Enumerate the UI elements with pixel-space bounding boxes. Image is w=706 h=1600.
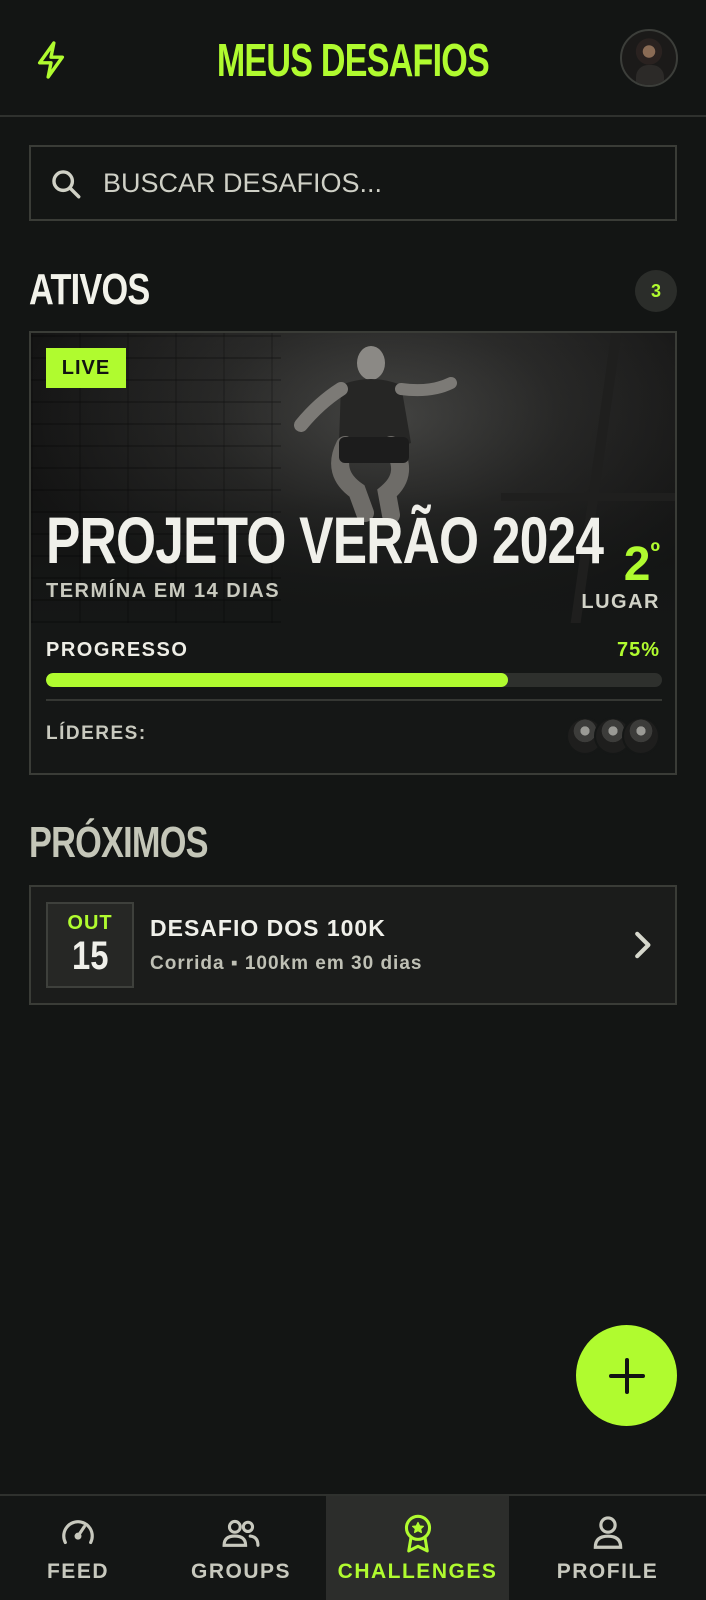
progress-label: PROGRESSO — [46, 639, 189, 661]
live-badge: LIVE — [46, 348, 126, 388]
search-input[interactable] — [103, 147, 663, 219]
chevron-right-icon — [635, 931, 651, 959]
nav-item-groups[interactable]: GROUPS — [156, 1496, 326, 1600]
progress-bar-fill — [46, 673, 508, 687]
active-challenge-card[interactable]: LIVE PROJETO VERÃO 2024 TERMÍNA EM 14 DI… — [29, 331, 677, 775]
speedometer-icon — [62, 1520, 94, 1545]
leaders-avatars[interactable] — [566, 717, 660, 755]
date-box: OUT 15 — [46, 902, 134, 988]
progress-value: 75% — [616, 639, 660, 661]
date-day: 15 — [71, 934, 109, 978]
bottom-navigation: FEED GROUPS CHALLENGES PROFILE — [0, 1494, 706, 1600]
search-bar — [29, 145, 677, 221]
card-divider — [46, 699, 662, 701]
group-icon — [222, 1519, 260, 1547]
nav-item-challenges[interactable]: CHALLENGES — [326, 1496, 509, 1600]
user-avatar[interactable] — [620, 29, 678, 87]
award-icon — [404, 1514, 431, 1553]
leaders-label: LÍDERES: — [46, 723, 147, 744]
leader-avatar — [622, 717, 660, 755]
person-icon — [593, 1516, 622, 1549]
active-section-title: ATIVOS — [29, 265, 150, 314]
upcoming-challenge-item[interactable]: OUT 15 DESAFIO DOS 100K Corrida ▪ 100km … — [29, 885, 677, 1005]
upcoming-section-title: PRÓXIMOS — [29, 818, 209, 867]
progress-bar — [46, 673, 662, 687]
plus-icon — [608, 1357, 645, 1394]
app-header: MEUS DESAFIOS — [0, 0, 706, 117]
add-challenge-button[interactable] — [576, 1325, 677, 1426]
rank-label: LUGAR — [581, 591, 660, 613]
upcoming-subtitle: Corrida ▪ 100km em 30 dias — [150, 953, 423, 974]
search-icon — [52, 170, 81, 199]
page-title: MEUS DESAFIOS — [216, 34, 490, 86]
active-count-badge: 3 — [635, 270, 677, 312]
nav-item-feed[interactable]: FEED — [0, 1496, 156, 1600]
rank-display: 2º LUGAR — [581, 523, 660, 614]
rank-number: 2º — [623, 536, 660, 591]
date-month: OUT — [67, 912, 113, 934]
nav-item-profile[interactable]: PROFILE — [509, 1496, 706, 1600]
upcoming-title: DESAFIO DOS 100K — [150, 915, 386, 941]
challenge-ends-in: TERMÍNA EM 14 DIAS — [46, 580, 281, 602]
